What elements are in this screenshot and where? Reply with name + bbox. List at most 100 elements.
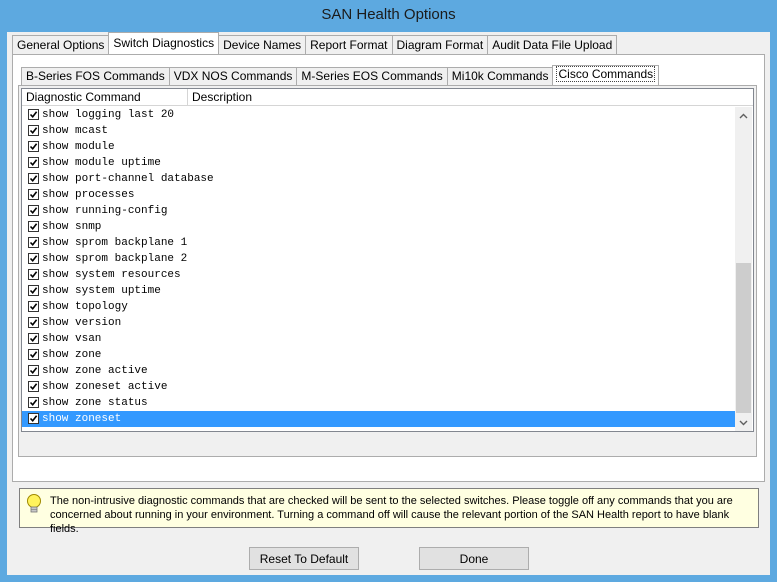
done-button[interactable]: Done <box>419 547 529 570</box>
command-text: show sprom backplane 1 <box>42 237 188 249</box>
command-row[interactable]: show vsan <box>22 331 735 347</box>
checkmark-icon <box>29 287 38 295</box>
command-checkbox[interactable] <box>28 349 39 360</box>
checkmark-icon <box>29 111 38 119</box>
command-checkbox[interactable] <box>28 125 39 136</box>
command-row[interactable]: show system uptime <box>22 283 735 299</box>
command-row[interactable]: show logging last 20 <box>22 107 735 123</box>
command-row[interactable]: show system resources <box>22 267 735 283</box>
cisco-commands-panel: Diagnostic Command Description show logg… <box>18 85 757 457</box>
tab-switch-diagnostics[interactable]: Switch Diagnostics <box>108 32 220 54</box>
command-text: show topology <box>42 301 128 313</box>
scroll-down-button[interactable] <box>735 414 752 431</box>
command-checkbox[interactable] <box>28 301 39 312</box>
checkmark-icon <box>29 175 38 183</box>
checkmark-icon <box>29 223 38 231</box>
checkmark-icon <box>29 399 38 407</box>
chevron-up-icon <box>739 113 748 118</box>
switch-diagnostics-panel: B-Series FOS Commands VDX NOS Commands M… <box>12 54 765 482</box>
checkmark-icon <box>29 207 38 215</box>
command-checkbox[interactable] <box>28 221 39 232</box>
column-header-diagnostic-command[interactable]: Diagnostic Command <box>22 89 188 105</box>
command-row[interactable]: show sprom backplane 1 <box>22 235 735 251</box>
command-checkbox[interactable] <box>28 397 39 408</box>
client-area: General Options Switch Diagnostics Devic… <box>7 32 770 575</box>
command-checkbox[interactable] <box>28 141 39 152</box>
command-checkbox[interactable] <box>28 365 39 376</box>
command-row[interactable]: show module uptime <box>22 155 735 171</box>
vendor-tab-strip: B-Series FOS Commands VDX NOS Commands M… <box>21 65 660 85</box>
checkmark-icon <box>29 383 38 391</box>
reset-to-default-button[interactable]: Reset To Default <box>249 547 359 570</box>
tab-cisco-commands[interactable]: Cisco Commands <box>552 65 660 85</box>
command-row[interactable]: show zoneset <box>22 411 735 427</box>
column-header-description[interactable]: Description <box>188 89 753 105</box>
title-bar[interactable]: SAN Health Options <box>0 0 777 32</box>
checkmark-icon <box>29 191 38 199</box>
command-checkbox[interactable] <box>28 381 39 392</box>
list-header: Diagnostic Command Description <box>22 89 753 106</box>
checkmark-icon <box>29 127 38 135</box>
command-text: show module <box>42 141 115 153</box>
checkmark-icon <box>29 335 38 343</box>
vertical-scrollbar[interactable] <box>735 107 752 431</box>
tab-device-names[interactable]: Device Names <box>218 35 307 54</box>
command-text: show zone <box>42 349 102 361</box>
command-checkbox[interactable] <box>28 413 39 424</box>
command-text: show zoneset active <box>42 381 168 393</box>
tab-vdx-nos-commands[interactable]: VDX NOS Commands <box>168 67 298 85</box>
checkmark-icon <box>29 367 38 375</box>
command-checkbox[interactable] <box>28 109 39 120</box>
command-row[interactable]: show zone status <box>22 395 735 411</box>
command-checkbox[interactable] <box>28 333 39 344</box>
tab-b-series-fos-commands[interactable]: B-Series FOS Commands <box>21 67 170 85</box>
command-row[interactable]: show snmp <box>22 219 735 235</box>
command-text: show port-channel database <box>42 173 214 185</box>
command-checkbox[interactable] <box>28 253 39 264</box>
command-row[interactable]: show zone <box>22 347 735 363</box>
command-checkbox[interactable] <box>28 237 39 248</box>
command-text: show vsan <box>42 333 102 345</box>
checkmark-icon <box>29 415 38 423</box>
tab-audit-data-file-upload[interactable]: Audit Data File Upload <box>487 35 618 54</box>
command-text: show processes <box>42 189 135 201</box>
command-row[interactable]: show version <box>22 315 735 331</box>
checkmark-icon <box>29 303 38 311</box>
tab-report-format[interactable]: Report Format <box>305 35 393 54</box>
scroll-up-button[interactable] <box>735 107 752 124</box>
command-row[interactable]: show processes <box>22 187 735 203</box>
command-row[interactable]: show mcast <box>22 123 735 139</box>
command-row[interactable]: show zoneset active <box>22 379 735 395</box>
command-text: show sprom backplane 2 <box>42 253 188 265</box>
command-checkbox[interactable] <box>28 317 39 328</box>
command-row[interactable]: show running-config <box>22 203 735 219</box>
command-checkbox[interactable] <box>28 269 39 280</box>
tab-diagram-format[interactable]: Diagram Format <box>391 35 489 54</box>
checkmark-icon <box>29 159 38 167</box>
info-text: The non-intrusive diagnostic commands th… <box>50 495 733 535</box>
checkmark-icon <box>29 271 38 279</box>
command-rows: show logging last 20 show mcast show modul… <box>22 107 735 427</box>
scroll-thumb[interactable] <box>736 263 751 413</box>
command-text: show mcast <box>42 125 109 137</box>
checkmark-icon <box>29 143 38 151</box>
window-title: SAN Health Options <box>321 6 456 23</box>
command-row[interactable]: show topology <box>22 299 735 315</box>
command-checkbox[interactable] <box>28 157 39 168</box>
command-checkbox[interactable] <box>28 189 39 200</box>
command-row[interactable]: show module <box>22 139 735 155</box>
command-text: show zone active <box>42 365 148 377</box>
tab-m-series-eos-commands[interactable]: M-Series EOS Commands <box>296 67 448 85</box>
command-row[interactable]: show port-channel database <box>22 171 735 187</box>
checkmark-icon <box>29 239 38 247</box>
commands-list[interactable]: Diagnostic Command Description show logg… <box>21 88 754 432</box>
command-row[interactable]: show sprom backplane 2 <box>22 251 735 267</box>
chevron-down-icon <box>739 420 748 425</box>
command-row[interactable]: show zone active <box>22 363 735 379</box>
tab-general-options[interactable]: General Options <box>12 35 110 54</box>
command-checkbox[interactable] <box>28 173 39 184</box>
command-checkbox[interactable] <box>28 285 39 296</box>
tab-mi10k-commands[interactable]: Mi10k Commands <box>446 67 554 85</box>
command-checkbox[interactable] <box>28 205 39 216</box>
tab-cisco-commands-label: Cisco Commands <box>556 66 656 82</box>
